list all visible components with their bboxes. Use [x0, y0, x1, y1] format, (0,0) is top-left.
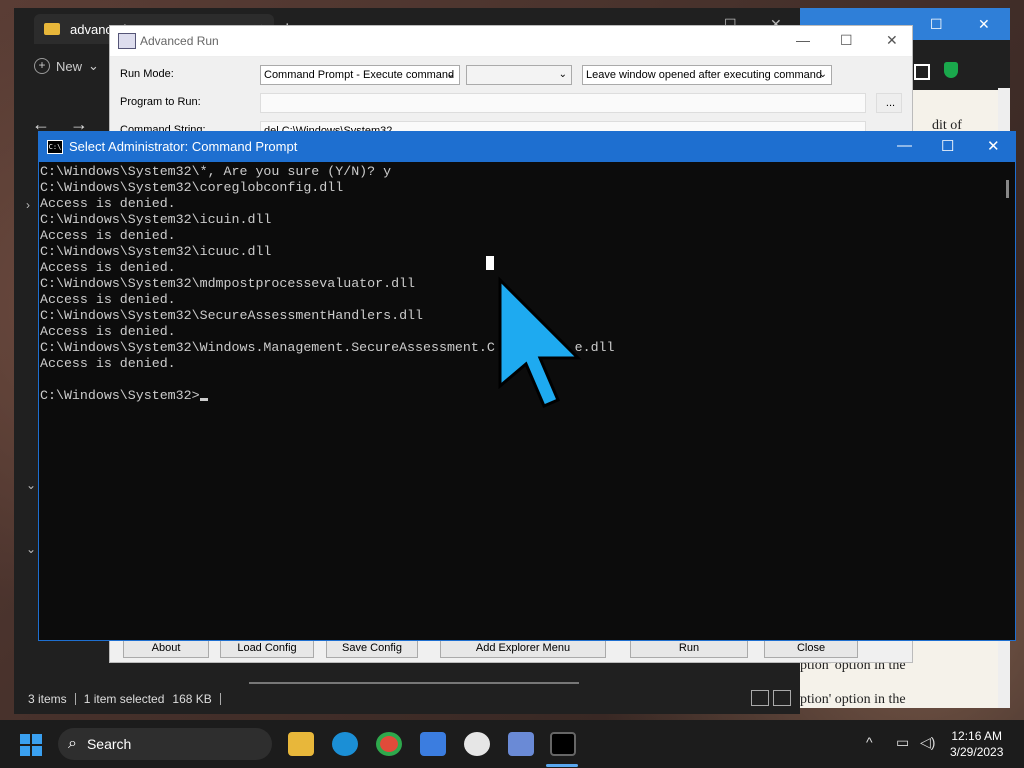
divider: [74, 693, 76, 705]
terminal-icon: C:\: [47, 140, 63, 154]
save-config-button[interactable]: Save Config: [326, 638, 418, 658]
minimize-button[interactable]: —: [796, 32, 810, 48]
new-button[interactable]: + New ⌄: [34, 58, 99, 74]
network-icon[interactable]: ▭: [896, 734, 909, 751]
chrome-browser-icon[interactable]: [376, 732, 402, 756]
mouse-cursor-icon: [486, 256, 582, 408]
maximize-button[interactable]: ☐: [930, 16, 943, 33]
terminal-line: C:\Windows\System32\coreglobconfig.dll: [40, 180, 344, 195]
text-caret: [199, 398, 208, 401]
clock-time: 12:16 AM: [951, 729, 1003, 743]
horizontal-scrollbar[interactable]: [249, 682, 579, 684]
chevron-right-icon[interactable]: ›: [26, 198, 30, 212]
status-items: 3 items: [28, 692, 67, 706]
close-button[interactable]: ✕: [886, 32, 898, 49]
text-cursor-icon: [486, 256, 494, 270]
start-button[interactable]: [20, 734, 42, 756]
terminal-line: Access is denied.: [40, 228, 176, 243]
taskbar-search[interactable]: ⌕ Search: [58, 728, 272, 760]
terminal-line: Access is denied.: [40, 196, 176, 211]
close-button[interactable]: ✕: [978, 16, 990, 33]
add-explorer-menu-button[interactable]: Add Explorer Menu: [440, 638, 606, 658]
tiles-view-icon[interactable]: [773, 690, 791, 706]
shield-icon[interactable]: [944, 62, 958, 78]
extension-icon[interactable]: [914, 64, 930, 80]
search-label: Search: [86, 736, 132, 752]
run-button[interactable]: Run: [630, 638, 748, 658]
search-icon: ⌕: [68, 735, 77, 752]
command-prompt-taskbar-icon[interactable]: [550, 732, 576, 756]
advanced-run-taskbar-icon[interactable]: [508, 732, 534, 756]
program-label: Program to Run:: [120, 96, 201, 108]
file-explorer-icon[interactable]: [288, 732, 314, 756]
page-text: ption' option in the: [800, 692, 906, 707]
active-app-indicator: [546, 764, 578, 767]
chevron-up-icon[interactable]: ^: [866, 734, 873, 750]
window-option-select[interactable]: Leave window opened after executing comm…: [582, 65, 832, 85]
window-titlebar: Advanced Run — ☐ ✕: [110, 26, 912, 57]
window-option-value: Leave window opened after executing comm…: [586, 69, 823, 81]
close-button[interactable]: ✕: [987, 137, 1000, 155]
close-dialog-button[interactable]: Close: [764, 638, 858, 658]
chevron-down-icon: ⌄: [818, 69, 827, 80]
terminal-line: C:\Windows\System32\*, Are you sure (Y/N…: [40, 164, 392, 179]
view-buttons: [751, 690, 791, 706]
chevron-down-icon: ⌄: [446, 69, 455, 80]
chevron-down-icon[interactable]: ⌄: [26, 478, 36, 492]
maximize-button[interactable]: ☐: [840, 32, 853, 49]
details-view-icon[interactable]: [751, 690, 769, 706]
run-mode-value: Command Prompt - Execute command: [264, 69, 455, 81]
clock[interactable]: 12:16 AM 3/29/2023: [950, 728, 1003, 760]
navigation-pane: › ⌄ ⌄: [14, 108, 38, 688]
secondary-select[interactable]: ⌄: [466, 65, 572, 85]
plus-icon: +: [34, 58, 50, 74]
about-button[interactable]: About: [123, 638, 209, 658]
run-mode-select[interactable]: Command Prompt - Execute command ⌄: [260, 65, 460, 85]
terminal-line: C:\Windows\System32\icuin.dll: [40, 212, 272, 227]
clock-date: 3/29/2023: [950, 745, 1004, 759]
maximize-button[interactable]: ☐: [941, 137, 954, 155]
new-label: New: [56, 58, 83, 74]
browse-button[interactable]: ...: [876, 93, 902, 113]
window-title: Select Administrator: Command Prompt: [69, 139, 298, 154]
program-input[interactable]: [260, 93, 866, 113]
scrollbar-thumb[interactable]: [1006, 180, 1009, 198]
minimize-button[interactable]: —: [897, 137, 912, 154]
chevron-down-icon: ⌄: [88, 58, 99, 73]
load-config-button[interactable]: Load Config: [220, 638, 314, 658]
taskbar: ⌕ Search ^ ▭ ◁) 12:16 AM 3/29/2023: [0, 720, 1024, 768]
app-icon: [118, 33, 136, 49]
volume-icon[interactable]: ◁): [920, 734, 935, 751]
folder-icon: [44, 23, 60, 35]
status-bar: 3 items 1 item selected 168 KB: [28, 692, 221, 706]
vpn-app-icon[interactable]: [464, 732, 490, 756]
status-size: 168 KB: [172, 692, 212, 706]
store-icon[interactable]: [420, 732, 446, 756]
window-title: Advanced Run: [140, 34, 219, 48]
chevron-down-icon: ⌄: [558, 69, 567, 80]
divider: [219, 693, 221, 705]
chevron-down-icon[interactable]: ⌄: [26, 542, 36, 556]
browse-label: ...: [885, 97, 896, 109]
status-selected: 1 item selected: [83, 692, 165, 706]
edge-browser-icon[interactable]: [332, 732, 358, 756]
run-mode-label: Run Mode:: [120, 68, 174, 80]
window-titlebar: C:\ Select Administrator: Command Prompt…: [39, 132, 1015, 162]
